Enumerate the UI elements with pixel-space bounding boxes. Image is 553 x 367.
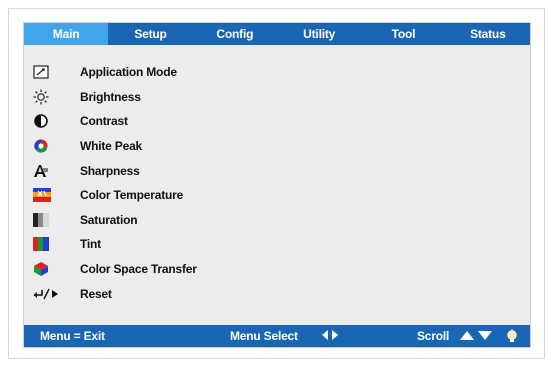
sun-icon — [33, 89, 63, 105]
menu-item-reset[interactable]: Reset — [33, 281, 333, 306]
color-temperature-icon — [33, 187, 63, 203]
menu-item-application-mode[interactable]: Application Mode — [33, 60, 333, 85]
menu-item-label: Application Mode — [80, 65, 177, 80]
menu-item-saturation[interactable]: Saturation — [33, 208, 333, 233]
menu-item-label: Color Space Transfer — [80, 262, 197, 277]
menu-item-label: Color Temperature — [80, 188, 184, 203]
up-down-arrows-icon — [460, 329, 492, 343]
menu-item-white-peak[interactable]: White Peak — [33, 134, 333, 159]
tab-status[interactable]: Status — [446, 23, 530, 45]
tab-utility[interactable]: Utility — [277, 23, 361, 45]
tab-setup[interactable]: Setup — [108, 23, 192, 45]
menu-item-label: Sharpness — [80, 163, 140, 178]
menu-item-label: Contrast — [80, 114, 128, 129]
tint-icon — [33, 236, 63, 252]
left-right-arrows-icon — [322, 329, 338, 343]
main-menu-list: Application Mode Brightness Contrast Whi… — [33, 60, 333, 306]
application-mode-icon — [33, 64, 63, 80]
menu-item-brightness[interactable]: Brightness — [33, 85, 333, 110]
osd-menu-panel: Main Setup Config Utility Tool Status Ap… — [23, 22, 531, 348]
menu-item-label: White Peak — [80, 139, 143, 154]
menu-item-label: Reset — [80, 286, 112, 301]
footer-bar: Menu = Exit Menu Select Scroll — [24, 325, 530, 347]
menu-item-label: Tint — [80, 237, 101, 252]
tab-main[interactable]: Main — [24, 23, 109, 45]
lightbulb-icon — [506, 329, 518, 348]
scroll-hint: Scroll — [417, 329, 450, 343]
menu-select-hint: Menu Select — [230, 329, 298, 343]
menu-item-label: Brightness — [80, 89, 141, 104]
menu-item-label: Saturation — [80, 212, 138, 227]
tab-tool[interactable]: Tool — [361, 23, 445, 45]
contrast-icon — [33, 113, 63, 129]
menu-item-color-space-transfer[interactable]: Color Space Transfer — [33, 257, 333, 282]
color-space-icon — [33, 261, 63, 277]
saturation-icon — [33, 212, 63, 228]
sharpness-icon — [33, 163, 63, 179]
menu-item-color-temperature[interactable]: Color Temperature — [33, 183, 333, 208]
menu-item-sharpness[interactable]: Sharpness — [33, 158, 333, 183]
white-peak-icon — [33, 138, 63, 154]
menu-exit-hint: Menu = Exit — [40, 329, 105, 343]
menu-item-contrast[interactable]: Contrast — [33, 109, 333, 134]
tab-config[interactable]: Config — [193, 23, 277, 45]
tab-bar: Main Setup Config Utility Tool Status — [24, 23, 530, 45]
reset-icon — [33, 286, 63, 302]
menu-item-tint[interactable]: Tint — [33, 232, 333, 257]
